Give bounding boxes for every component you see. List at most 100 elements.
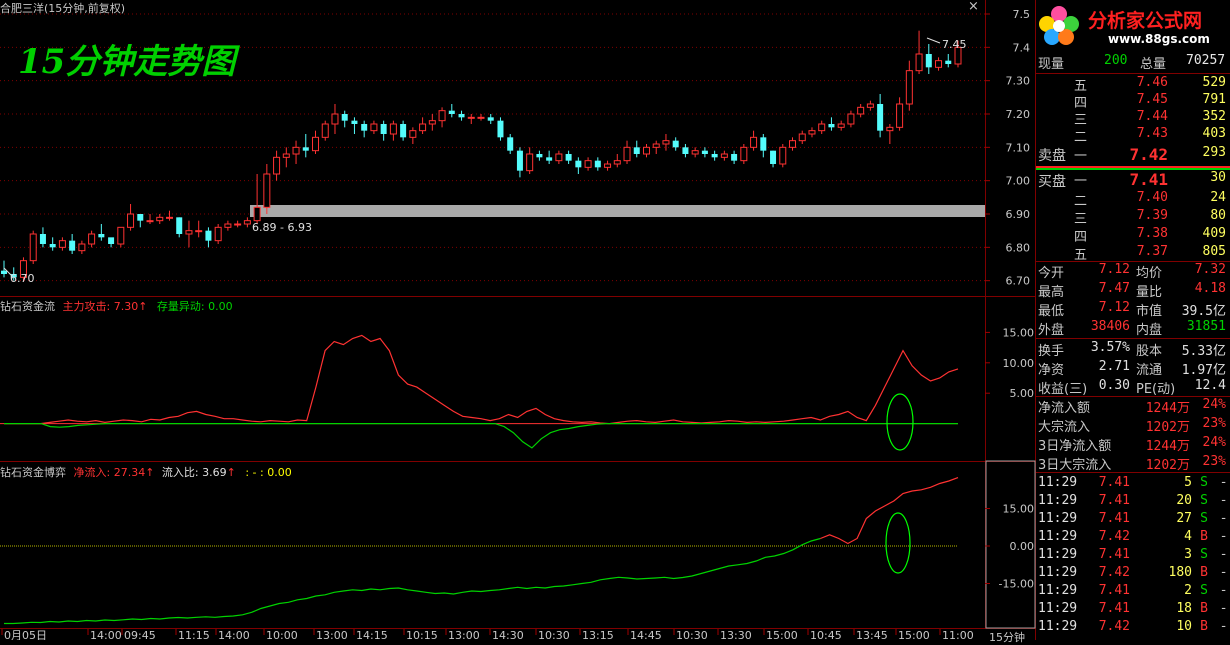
stat-label: 流通 [1136,363,1163,378]
indicator2-tick-label: 15.00 [1003,503,1035,516]
tick-price: 7.41 [1098,547,1130,562]
indicator1-legend[interactable]: 钻石资金流 主力攻击: 7.30↑ 存量异动: 0.00 [0,298,233,314]
bid-row: 三 7.39 80 [1036,208,1230,227]
candle-body [165,216,173,219]
candle-body [69,240,76,251]
tick-time: 11:29 [1038,619,1078,634]
ask-volume: 293 [1202,145,1226,160]
bid-row: 五 7.37 805 [1036,244,1230,263]
candle-body [487,117,494,121]
high-price-label: 7.45 [942,38,967,51]
time-tick-label: 15:00 [766,629,798,640]
level-name: 二 [1074,194,1088,209]
ask-price: 7.43 [1136,126,1168,141]
candle-body [750,136,758,148]
candle-body [117,226,125,245]
candle-body [409,130,417,138]
tick-side: S [1200,547,1208,562]
stat-row: 净资 2.71 流通 1.97亿 [1036,359,1230,378]
candle-body [428,120,436,125]
flow-value: 1244万 [1145,439,1190,454]
tick-volume: 10 [1176,619,1192,634]
candle-body [1,270,7,274]
candle-body [477,116,485,119]
tick-row: 11:29 7.41 27 S - [1036,511,1230,529]
tick-list[interactable]: 11:29 7.41 5 S -11:29 7.41 20 S -11:29 7.41 27 S -11… [1036,473,1230,640]
support-band [250,205,985,217]
bid-volume: 805 [1202,244,1226,259]
candle-body [438,110,446,122]
tick-price: 7.41 [1098,583,1130,598]
tick-price: 7.42 [1098,529,1130,544]
tick-price: 7.41 [1098,475,1130,490]
tick-volume: 27 [1176,511,1192,526]
watermark-brand: 分析家公式网 [1088,10,1203,32]
volume-row: 现量 200 总量 70257 [1036,53,1230,72]
candle-body [886,126,894,132]
flow-row: 3日大宗流入 1202万 23% [1036,454,1230,473]
candle-body [935,60,943,68]
candle-body [214,226,222,242]
stat-label: 均价 [1136,266,1163,281]
flow-percent: 23% [1202,416,1226,431]
close-button[interactable]: × [968,0,979,14]
flow-row: 3日净流入额 1244万 24% [1036,435,1230,454]
tick-row: 11:29 7.42 10 B - [1036,619,1230,637]
flow-row: 净流入额 1244万 24% [1036,397,1230,416]
candle-body [526,153,534,172]
candle-body [613,160,621,165]
stat-row: 最低 7.12 市值 39.5亿 [1036,300,1230,319]
stat-value: 7.47 [1098,281,1130,296]
ask-price: 7.45 [1136,92,1168,107]
tick-volume: 180 [1168,565,1192,580]
candle-body [642,146,650,155]
flow-value: 1202万 [1145,458,1190,473]
period-label[interactable]: 15分钟 [989,629,1025,645]
series-line-red [820,477,959,545]
candle-body [711,154,718,158]
time-tick-label: 13:00 [448,629,480,640]
ask-price: 7.44 [1136,109,1168,124]
flower-logo-icon [1039,6,1079,45]
candle-body [915,53,923,72]
candle-body [896,103,904,128]
flow-label: 3日净流入额 [1038,439,1112,454]
time-axis: 0月05日 14:00 09:45 11:15 14:00 10:00 13:00 14:15… [1,629,974,640]
time-tick-label: 09:45 [124,629,156,640]
stats-panel-1: 今开 7.12 均价 7.32 最高 7.47 量比 4.18 最低 7.12 市值 39.5亿 外盘 3… [1036,262,1230,338]
candle-body [351,120,358,124]
time-tick-label: 14:30 [492,629,524,640]
candle-body [905,70,913,105]
chart-area[interactable]: 7.5 7.4 7.30 7.20 7.10 7.00 6.90 6.80 6.70 15.00… [0,0,1036,640]
candle-body [321,123,329,138]
tick-row: 11:29 7.41 18 B - [1036,601,1230,619]
candle-body [555,153,563,162]
time-tick-label: 14:00 [90,629,122,640]
candle-body [234,223,242,226]
time-tick-label: 11:00 [942,629,974,640]
candle-body [389,123,397,135]
tick-dash: - [1221,547,1226,562]
series-line-green [4,423,958,449]
buy-order-book: 一 7.41 30 二 7.40 24 三 7.39 80 四 7.38 409 五 7.37 805 [1036,170,1230,263]
candle-body [828,124,835,128]
indicator1-tick-label: 5.00 [1010,387,1035,400]
indicator2-legend[interactable]: 钻石资金博弈 净流入: 27.34↑ 流入比: 3.69↑ : - : 0.00 [0,464,292,480]
indicator1-item2: 存量异动: 0.00 [156,300,233,313]
tick-dash: - [1221,583,1226,598]
stat-label: 股本 [1136,344,1163,359]
tick-side: S [1200,583,1208,598]
time-tick-label: 13:15 [582,629,614,640]
stat-value: 5.33亿 [1181,344,1226,359]
candle-body [156,216,164,222]
tick-row: 11:29 7.42 180 B - [1036,565,1230,583]
candle-body [137,214,144,221]
time-tick-label: 10:00 [266,629,298,640]
support-band-label: 6.89 - 6.93 [252,221,312,234]
candle-body [682,147,689,154]
candle-body [584,160,592,168]
candle-body [282,153,290,158]
time-tick-label: 15:00 [898,629,930,640]
stat-value: 2.71 [1098,359,1130,374]
stat-label: 市值 [1136,304,1163,319]
